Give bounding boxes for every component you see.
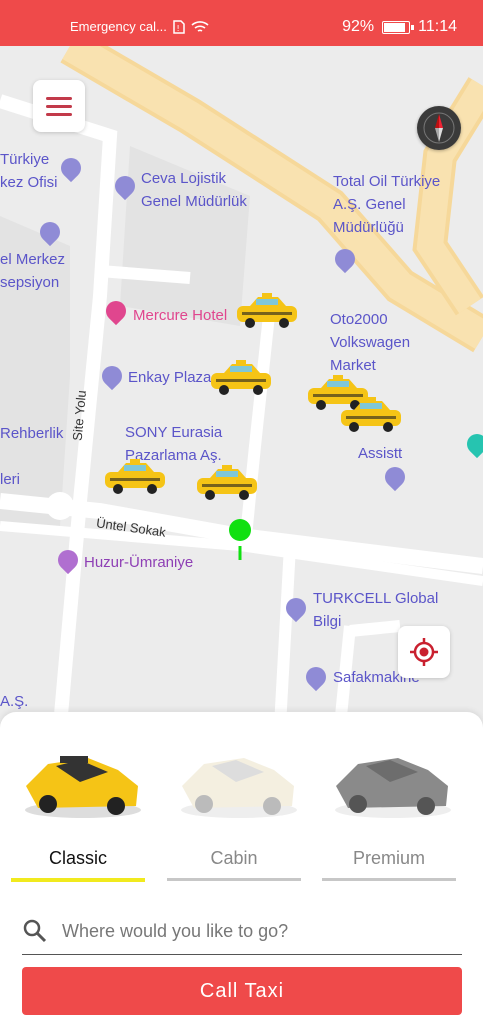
status-right: 92% 11:14: [342, 18, 457, 36]
compass-icon: [423, 112, 455, 144]
destination-search[interactable]: [22, 908, 462, 955]
status-bar: Emergency cal... ! 92% 11:14: [0, 0, 483, 46]
poi-label[interactable]: Türkiye kez Ofisi: [0, 148, 58, 194]
gray-car-icon[interactable]: [328, 728, 458, 828]
booking-sheet: Classic Cabin Premium Call Taxi: [0, 712, 483, 1034]
poi-label[interactable]: leri: [0, 468, 20, 491]
poi-label[interactable]: Assistt: [358, 442, 402, 465]
poi-label[interactable]: Huzur-Ümraniye: [84, 551, 193, 574]
search-icon: [23, 919, 47, 943]
yellow-taxi-icon[interactable]: [18, 728, 148, 828]
taxi-marker-icon[interactable]: [336, 396, 406, 436]
tab-label: Classic: [48, 848, 107, 868]
wifi-icon: [191, 20, 209, 32]
battery-icon: [382, 20, 415, 34]
destination-input[interactable]: [60, 919, 462, 943]
taxi-marker-icon[interactable]: [192, 464, 262, 504]
tab-label: Premium: [352, 848, 425, 868]
poi-label[interactable]: A.Ş.: [0, 690, 28, 713]
poi-label[interactable]: el Merkez sepsiyon: [0, 248, 65, 294]
street-label: Site Yolu: [69, 389, 89, 442]
crosshair-icon: [410, 638, 438, 666]
poi-label[interactable]: Ceva Lojistik Genel Müdürlük: [141, 167, 247, 213]
hamburger-icon: [46, 96, 72, 100]
clock: 11:14: [418, 18, 457, 35]
taxi-marker-icon[interactable]: [206, 359, 276, 399]
tab-indicator: [11, 878, 145, 882]
tab-classic[interactable]: Classic: [11, 848, 145, 882]
taxi-marker-icon[interactable]: [232, 292, 302, 332]
sim-icon: !: [173, 19, 185, 34]
compass-button[interactable]: [417, 106, 461, 150]
hamburger-line: [46, 112, 72, 116]
my-location-button[interactable]: [398, 626, 450, 678]
call-taxi-button[interactable]: Call Taxi: [22, 967, 462, 1015]
tab-cabin[interactable]: Cabin: [167, 848, 301, 881]
poi-label[interactable]: Total Oil Türkiye A.Ş. Genel Müdürlüğü: [333, 170, 440, 239]
tab-premium[interactable]: Premium: [322, 848, 456, 881]
tab-label: Cabin: [210, 848, 258, 868]
hamburger-line: [46, 104, 72, 108]
tab-indicator: [322, 878, 456, 881]
poi-label[interactable]: Rehberlik: [0, 422, 63, 445]
map-view[interactable]: Türkiye kez Ofisi Ceva Lojistik Genel Mü…: [0, 46, 483, 726]
carrier-text: Emergency cal...: [70, 19, 167, 34]
menu-button[interactable]: [33, 80, 85, 132]
poi-label[interactable]: Oto2000 Volkswagen Market: [330, 308, 410, 377]
poi-label[interactable]: Enkay Plaza: [128, 366, 211, 389]
svg-text:!: !: [176, 24, 179, 33]
battery-percent: 92%: [342, 18, 375, 35]
white-car-icon[interactable]: [174, 728, 304, 828]
status-left: Emergency cal... !: [70, 19, 209, 34]
poi-label[interactable]: Mercure Hotel: [133, 304, 227, 327]
tab-indicator: [167, 878, 301, 881]
taxi-marker-icon[interactable]: [100, 458, 170, 498]
vehicle-type-tabs: Classic Cabin Premium: [0, 848, 483, 888]
